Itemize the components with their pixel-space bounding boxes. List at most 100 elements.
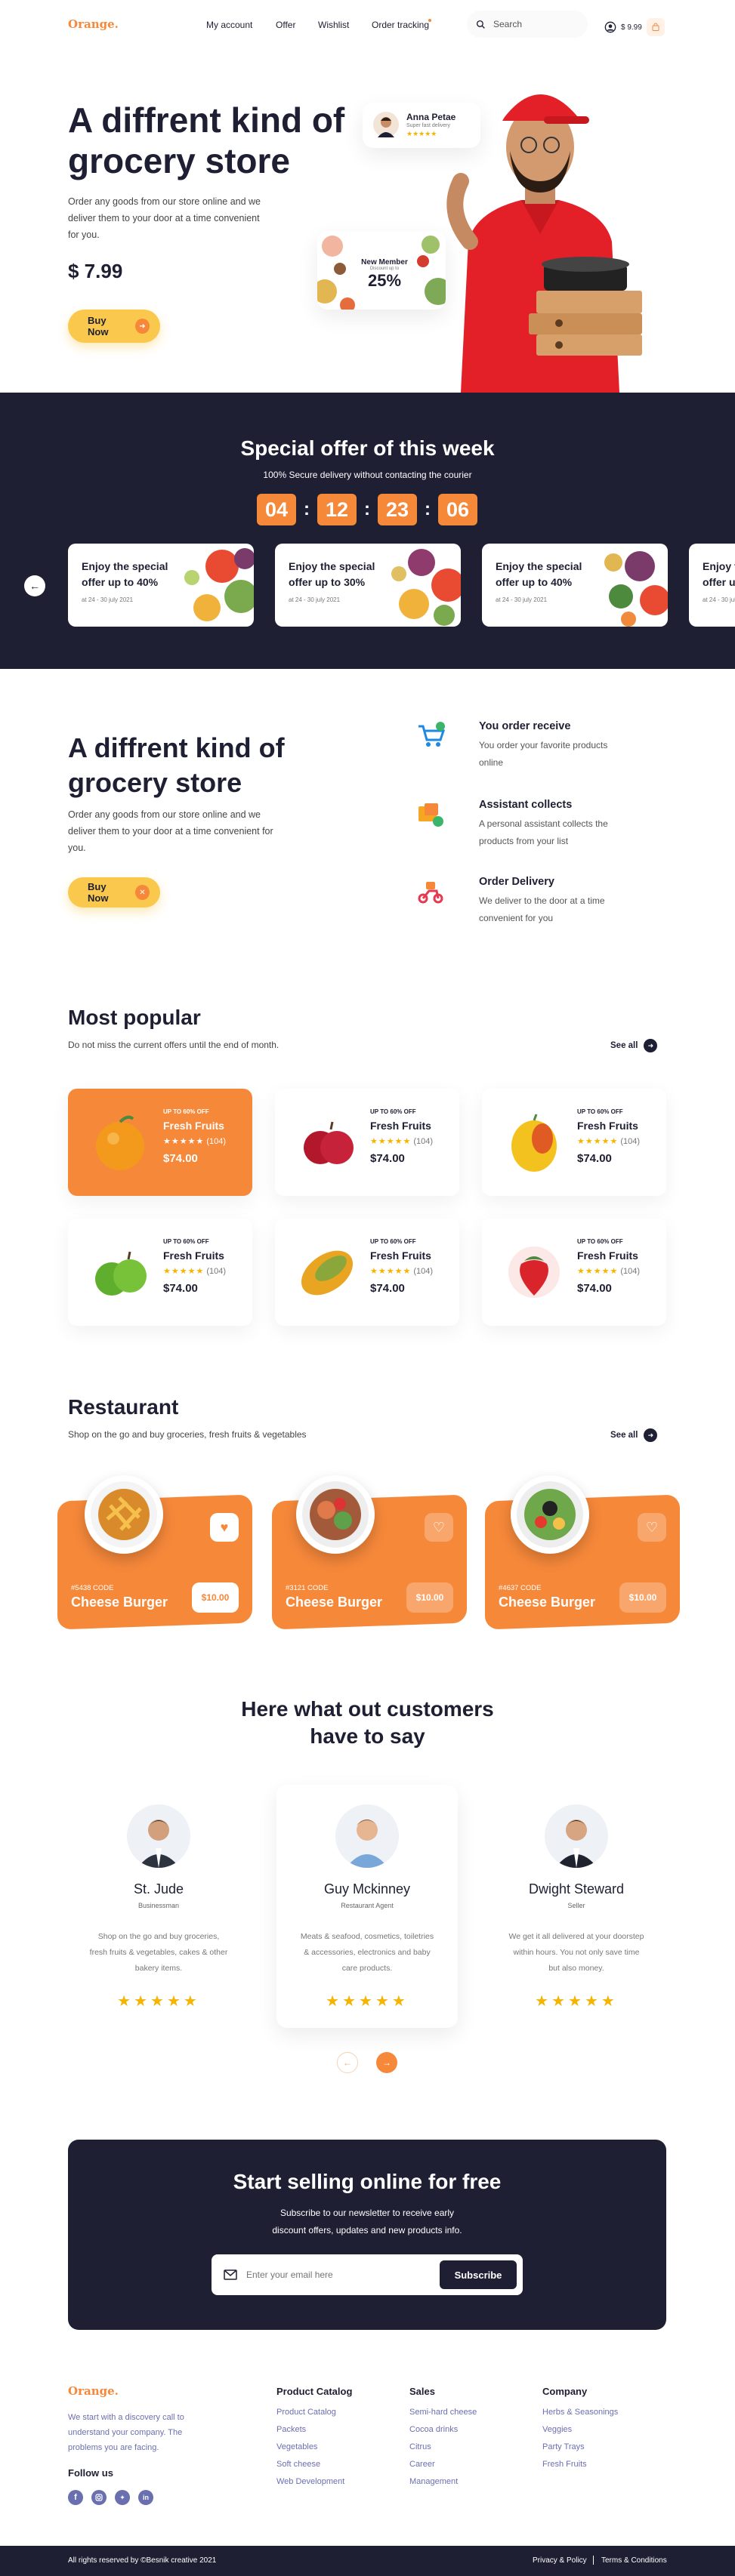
product-card[interactable]: UP TO 60% OFF Fresh Fruits ★★★★★ (104) $74.…	[482, 1089, 666, 1196]
box-icon	[418, 803, 443, 827]
feature-title: Assistant collects	[479, 799, 573, 811]
reviewer-name: Anna Petae	[406, 112, 456, 122]
dish-code: #3121 CODE	[286, 1584, 329, 1592]
dish-price[interactable]: $10.00	[192, 1582, 239, 1613]
product-rating: ★★★★★ (104)	[370, 1267, 434, 1276]
footer-link[interactable]: Veggies	[542, 2425, 618, 2434]
about-buy-now-button[interactable]: Buy Now ✕	[68, 877, 160, 907]
footer-logo[interactable]: Orange.	[68, 2384, 119, 2398]
twitter-icon[interactable]: ✦	[115, 2490, 130, 2505]
timer-minutes: 23	[378, 494, 417, 525]
footer-link[interactable]: Party Trays	[542, 2442, 618, 2451]
arrow-right-icon: →	[382, 2057, 391, 2068]
facebook-icon[interactable]: f	[68, 2490, 83, 2505]
favorite-button[interactable]: ♥	[210, 1513, 239, 1542]
product-tag: UP TO 60% OFF	[577, 1238, 623, 1245]
favorite-button[interactable]: ♡	[638, 1513, 666, 1542]
carousel-prev-button[interactable]: ←	[24, 575, 45, 596]
footer-link[interactable]: Vegetables	[276, 2442, 352, 2451]
privacy-policy-link[interactable]: Privacy & Policy	[533, 2556, 587, 2565]
footer-link[interactable]: Cocoa drinks	[409, 2425, 477, 2434]
popular-see-all-link[interactable]: See all ➜	[610, 1039, 658, 1052]
countdown-timer: 04: 12: 23: 06	[257, 494, 477, 525]
product-name: Fresh Fruits	[577, 1120, 638, 1132]
dish-name: Cheese Burger	[286, 1595, 383, 1610]
arrow-left-icon: ←	[29, 580, 40, 592]
cart-button[interactable]	[646, 18, 665, 36]
heart-outline-icon: ♡	[432, 1519, 446, 1535]
footer-link[interactable]: Web Development	[276, 2477, 352, 2486]
reviewer-card: Anna Petae Super fast delivery ★★★★★	[363, 103, 480, 148]
product-card[interactable]: UP TO 60% OFF Fresh Fruits ★★★★★ (104) $74.…	[482, 1219, 666, 1326]
offer-card[interactable]: Enjoy the special offer up to 30% at 24 …	[275, 544, 461, 627]
dish-price[interactable]: $10.00	[406, 1582, 453, 1613]
offer-card[interactable]: Enjoy the special offer up to 40% at 24 …	[68, 544, 254, 627]
instagram-icon[interactable]	[91, 2490, 107, 2505]
customer-quote: Meats & seafood, cosmetics, toiletries &…	[300, 1932, 434, 1973]
favorite-button[interactable]: ♡	[425, 1513, 453, 1542]
footer-link[interactable]: Citrus	[409, 2442, 477, 2451]
vegetables-image	[391, 549, 461, 626]
buy-now-label: Buy Now	[88, 881, 109, 904]
nav-wishlist[interactable]: Wishlist	[318, 20, 349, 30]
about-description: Order any goods from our store online an…	[68, 809, 273, 853]
feature-text: A personal assistant collects the produc…	[479, 818, 608, 846]
logo[interactable]: Orange.	[68, 17, 119, 31]
testimonials-title: Here what out customers have to say	[241, 1697, 494, 1748]
footer-bottom-bar: All rights reserved by ©Besnik creative …	[0, 2546, 735, 2576]
email-input[interactable]	[246, 2263, 428, 2286]
footer-link[interactable]: Semi-hard cheese	[409, 2408, 477, 2417]
product-card[interactable]: UP TO 60% OFF Fresh Fruits ★★★★★ (104) $74.…	[275, 1089, 459, 1196]
vegetables-image	[604, 551, 668, 627]
footer-link[interactable]: Fresh Fruits	[542, 2460, 618, 2469]
footer-link[interactable]: Management	[409, 2477, 477, 2486]
offer-card[interactable]: Enjoy the special offer up to 40% at 24 …	[482, 544, 668, 627]
product-card[interactable]: UP TO 60% OFF Fresh Fruits ★★★★★ (104) $74.…	[68, 1089, 252, 1196]
reviewer-stars: ★★★★★	[406, 130, 437, 137]
nav-my-account[interactable]: My account	[206, 20, 252, 30]
restaurant-see-all-link[interactable]: See all ➜	[610, 1428, 658, 1442]
restaurant-card[interactable]: ♡ #3121 CODE Cheese Burger $10.00	[272, 1475, 467, 1630]
footer-link[interactable]: Product Catalog	[276, 2408, 352, 2417]
buy-now-label: Buy Now	[88, 315, 109, 337]
dish-code: #4637 CODE	[499, 1584, 542, 1592]
testimonial-prev-button[interactable]: ←	[337, 2052, 358, 2073]
rating-stars: ★★★★★	[535, 1993, 618, 2010]
heart-icon: ♥	[220, 1519, 229, 1535]
scooter-icon	[418, 882, 443, 904]
terms-link[interactable]: Terms & Conditions	[601, 2556, 667, 2565]
timer-hours: 12	[317, 494, 357, 525]
offer-card[interactable]: Enjoy the special offer up to 40% at 24 …	[689, 544, 735, 627]
subscribe-button[interactable]: Subscribe	[440, 2260, 517, 2289]
footer-link[interactable]: Soft cheese	[276, 2460, 352, 2469]
restaurant-subtitle: Shop on the go and buy groceries, fresh …	[68, 1429, 307, 1440]
footer-link[interactable]: Herbs & Seasonings	[542, 2408, 618, 2417]
footer-link[interactable]: Career	[409, 2460, 477, 2469]
product-rating: ★★★★★ (104)	[163, 1137, 227, 1146]
popular-subtitle: Do not miss the current offers until the…	[68, 1040, 279, 1050]
footer-column-title: Company	[542, 2386, 588, 2397]
product-card[interactable]: UP TO 60% OFF Fresh Fruits ★★★★★ (104) $74.…	[68, 1219, 252, 1326]
nav-order-tracking[interactable]: Order tracking	[372, 20, 429, 30]
testimonial-next-button[interactable]: →	[376, 2052, 397, 2073]
product-price: $74.00	[370, 1282, 405, 1295]
footer-column-product-catalog: Product Catalog Product Catalog Packets …	[276, 2386, 352, 2494]
hero-buy-now-button[interactable]: Buy Now ➜	[68, 310, 160, 343]
linkedin-icon[interactable]: in	[138, 2490, 153, 2505]
copyright-text: All rights reserved by ©Besnik creative …	[68, 2556, 217, 2565]
product-rating: ★★★★★ (104)	[370, 1137, 434, 1146]
feature-title: You order receive	[479, 720, 571, 732]
customer-quote: We get it all delivered at your doorstep…	[508, 1932, 644, 1973]
search-input[interactable]: Search	[467, 11, 588, 38]
account-area[interactable]: $ 9.99	[604, 18, 665, 36]
nav-offer[interactable]: Offer	[276, 20, 295, 30]
restaurant-card[interactable]: ♥ #5438 CODE Cheese Burger $10.00	[57, 1475, 252, 1630]
product-card[interactable]: UP TO 60% OFF Fresh Fruits ★★★★★ (104) $74.…	[275, 1219, 459, 1326]
offer-card-title: Enjoy the special offer up to 30%	[289, 560, 375, 588]
close-icon: ✕	[134, 885, 150, 900]
new-member-card: New Member Discount up to 25%	[317, 231, 446, 310]
restaurant-card[interactable]: ♡ #4637 CODE Cheese Burger $10.00	[485, 1475, 680, 1630]
footer-column-title: Sales	[409, 2386, 435, 2397]
footer-link[interactable]: Packets	[276, 2425, 352, 2434]
dish-price[interactable]: $10.00	[619, 1582, 666, 1613]
